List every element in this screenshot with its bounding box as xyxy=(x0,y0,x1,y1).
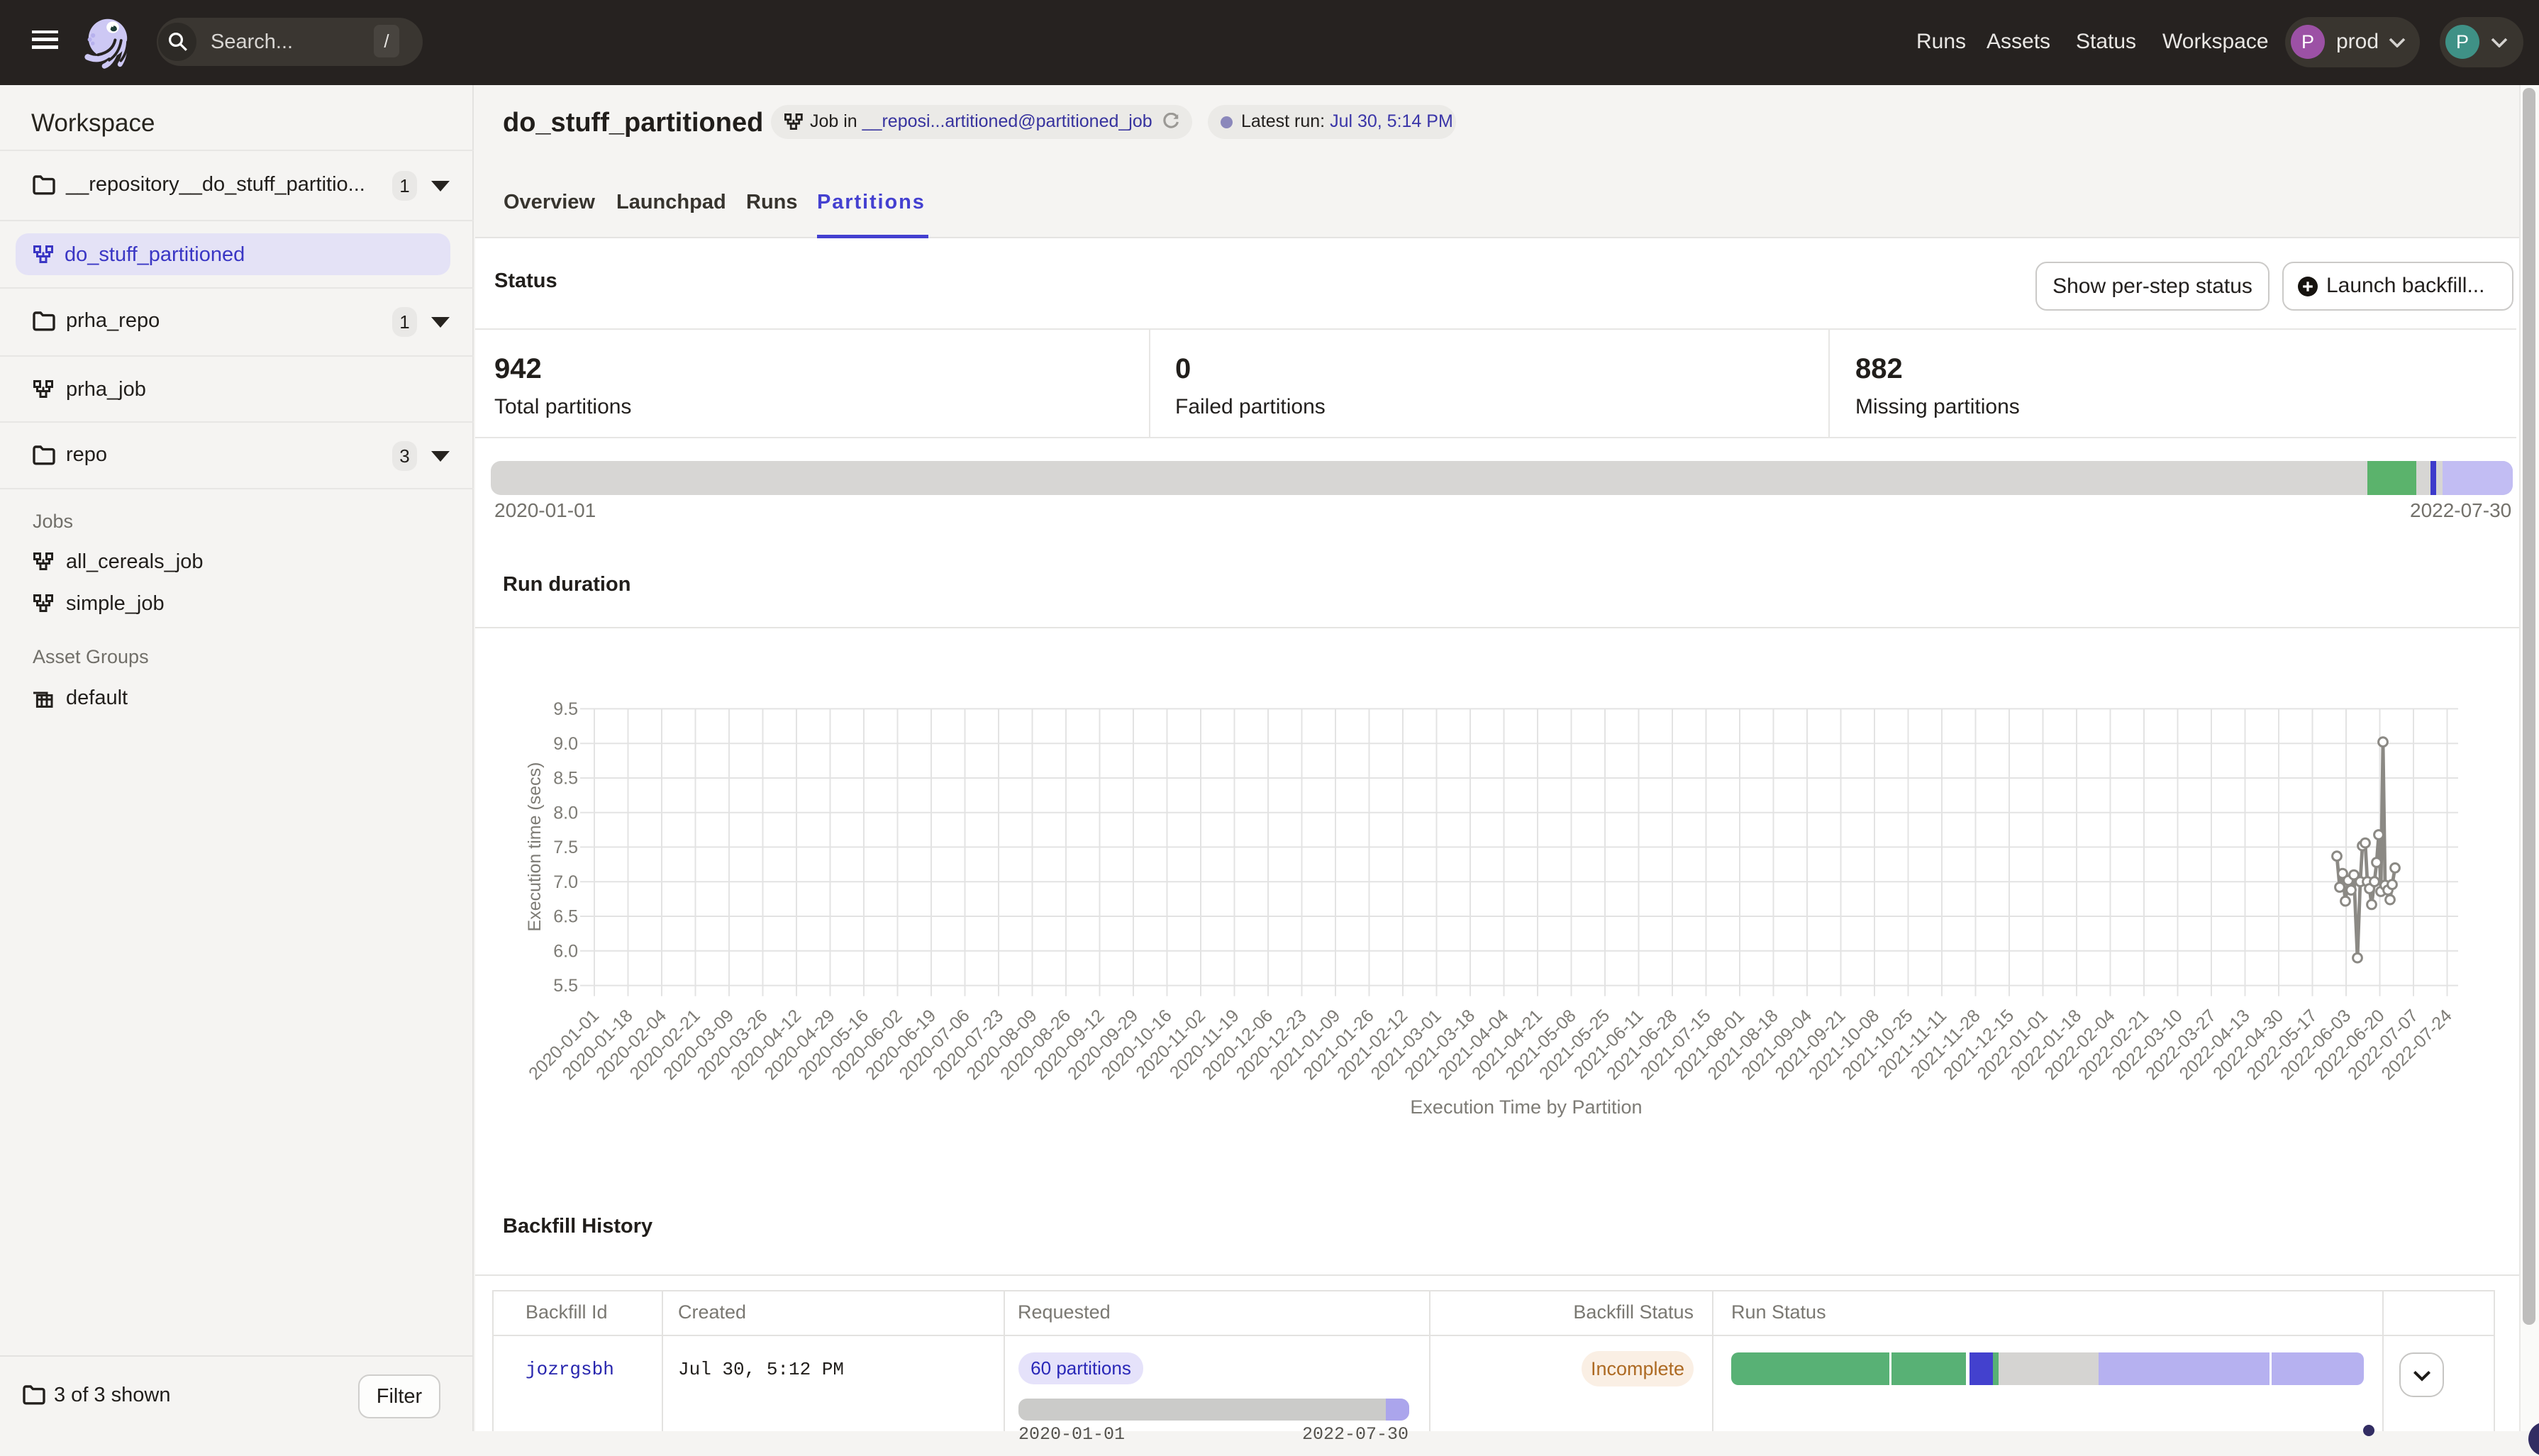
svg-text:8.5: 8.5 xyxy=(553,769,578,789)
svg-text:Execution Time by Partition: Execution Time by Partition xyxy=(1410,1096,1642,1118)
svg-text:9.5: 9.5 xyxy=(553,699,578,719)
svg-text:7.0: 7.0 xyxy=(553,872,578,892)
svg-text:9.0: 9.0 xyxy=(553,734,578,754)
svg-text:8.0: 8.0 xyxy=(553,803,578,823)
svg-text:5.5: 5.5 xyxy=(553,976,578,996)
svg-text:7.5: 7.5 xyxy=(553,838,578,857)
svg-text:6.5: 6.5 xyxy=(553,907,578,927)
svg-text:Execution time (secs): Execution time (secs) xyxy=(525,762,545,932)
svg-text:6.0: 6.0 xyxy=(553,941,578,961)
